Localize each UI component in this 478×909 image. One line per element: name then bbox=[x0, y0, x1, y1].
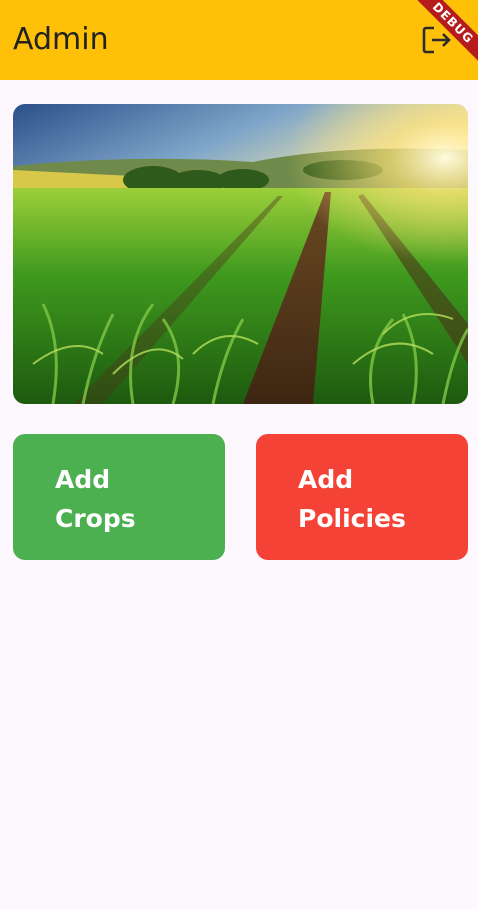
crop-field-image bbox=[13, 104, 468, 404]
page-title: Admin bbox=[13, 22, 109, 57]
add-crops-label: Add Crops bbox=[55, 465, 136, 533]
add-policies-label: Add Policies bbox=[298, 465, 406, 533]
add-crops-button[interactable]: Add Crops bbox=[13, 434, 225, 560]
app-bar: Admin DEBUG bbox=[0, 0, 478, 80]
add-policies-button[interactable]: Add Policies bbox=[256, 434, 468, 560]
